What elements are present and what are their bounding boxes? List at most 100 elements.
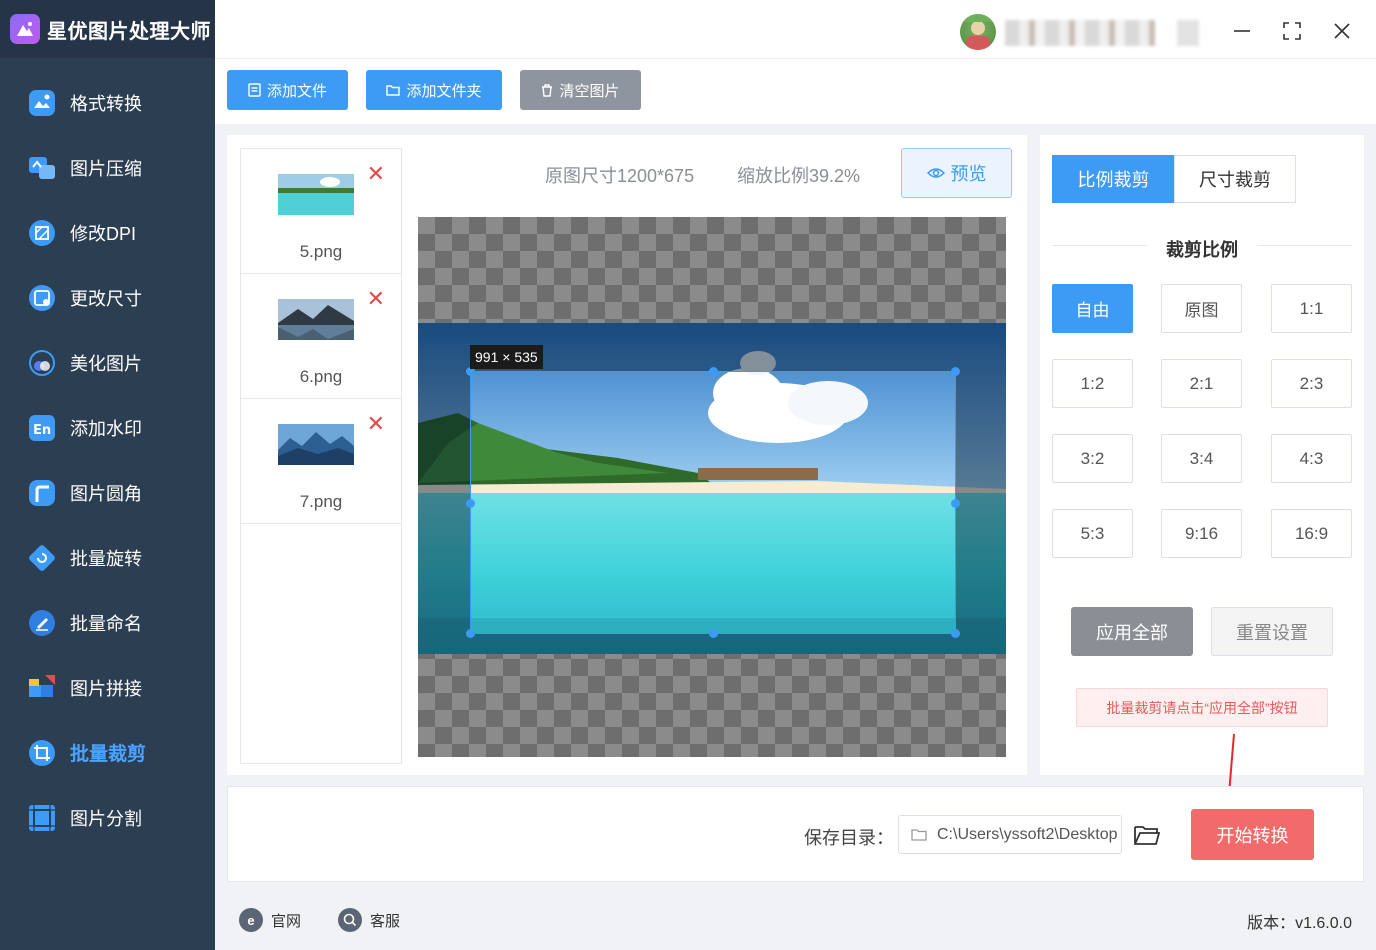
- save-dir-value: C:\Users\yssoft2\Desktop: [937, 825, 1118, 843]
- ratio-option[interactable]: 原图: [1161, 284, 1242, 333]
- website-link[interactable]: e 官网: [239, 908, 301, 932]
- clear-images-label: 清空图片: [559, 82, 620, 100]
- user-extra-blurred: [1177, 20, 1199, 46]
- folder-icon: [911, 829, 927, 841]
- crop-size-label: 991 × 535: [470, 345, 543, 369]
- ratio-option[interactable]: 5:3: [1052, 509, 1133, 558]
- sidebar-item-compress[interactable]: 图片压缩: [0, 135, 215, 200]
- ratio-option[interactable]: 3:2: [1052, 434, 1133, 483]
- apply-all-button[interactable]: 应用全部: [1071, 607, 1193, 656]
- compress-icon: [26, 152, 58, 184]
- ratio-option[interactable]: 4:3: [1271, 434, 1352, 483]
- preview-label: 预览: [950, 164, 987, 184]
- tab-size-crop[interactable]: 尺寸裁剪: [1174, 155, 1296, 203]
- app-brand: 星优图片处理大师: [0, 0, 215, 58]
- toolbar: 添加文件 添加文件夹 清空图片: [215, 58, 1376, 124]
- start-convert-button[interactable]: 开始转换: [1191, 809, 1314, 860]
- resize-handle-n[interactable]: [709, 367, 718, 376]
- ratio-option[interactable]: 自由: [1052, 284, 1133, 333]
- minimize-button[interactable]: [1225, 14, 1259, 48]
- file-thumbnail: [278, 299, 354, 340]
- maximize-button[interactable]: [1275, 14, 1309, 48]
- sidebar-item-round-corner[interactable]: 图片圆角: [0, 460, 215, 525]
- resize-handle-ne[interactable]: [951, 367, 960, 376]
- support-icon: [338, 908, 362, 932]
- maximize-icon: [1283, 22, 1301, 40]
- file-item[interactable]: ✕ 6.png: [241, 274, 401, 399]
- title-bar: [215, 0, 1376, 58]
- sidebar-item-resize[interactable]: 更改尺寸: [0, 265, 215, 330]
- split-icon: [26, 802, 58, 834]
- tab-ratio-crop[interactable]: 比例裁剪: [1052, 155, 1175, 203]
- crop-canvas[interactable]: 991 × 535: [418, 217, 1006, 757]
- crop-icon: [26, 737, 58, 769]
- sidebar-item-label: 批量命名: [70, 613, 142, 634]
- resize-handle-se[interactable]: [951, 629, 960, 638]
- sidebar-item-splice[interactable]: 图片拼接: [0, 655, 215, 720]
- file-item[interactable]: ✕ 5.png: [241, 149, 401, 274]
- resize-handle-sw[interactable]: [466, 629, 475, 638]
- sidebar-item-format-convert[interactable]: 格式转换: [0, 70, 215, 135]
- app-title: 星优图片处理大师: [47, 20, 211, 43]
- ratio-option[interactable]: 2:3: [1271, 359, 1352, 408]
- preview-button[interactable]: 预览: [901, 148, 1012, 198]
- close-button[interactable]: [1325, 14, 1359, 48]
- preview-panel: ✕ 5.png ✕ 6.png ✕ 7.png 原图尺寸1200*675 缩放比…: [227, 135, 1027, 775]
- close-icon: [1334, 23, 1350, 39]
- crop-box[interactable]: [466, 367, 960, 638]
- sidebar-item-label: 格式转换: [70, 93, 142, 114]
- sidebar-item-dpi[interactable]: 修改DPI: [0, 200, 215, 265]
- dpi-icon: [26, 217, 58, 249]
- ratio-option[interactable]: 1:2: [1052, 359, 1133, 408]
- browse-folder-icon[interactable]: [1133, 823, 1161, 847]
- save-dir-label: 保存目录：: [804, 828, 894, 848]
- save-dir-input[interactable]: C:\Users\yssoft2\Desktop: [898, 815, 1122, 854]
- file-item[interactable]: ✕ 7.png: [241, 399, 401, 524]
- sidebar-item-rename[interactable]: 批量命名: [0, 590, 215, 655]
- ratio-option[interactable]: 2:1: [1161, 359, 1242, 408]
- resize-handle-s[interactable]: [709, 629, 718, 638]
- remove-file-button[interactable]: ✕: [367, 288, 385, 310]
- add-folder-button[interactable]: 添加文件夹: [366, 70, 502, 110]
- ratio-option[interactable]: 3:4: [1161, 434, 1242, 483]
- website-icon: e: [239, 908, 263, 932]
- version-text: 版本：v1.6.0.0: [1247, 915, 1352, 932]
- support-link[interactable]: 客服: [338, 908, 400, 932]
- remove-file-button[interactable]: ✕: [367, 413, 385, 435]
- original-size-text: 原图尺寸1200*675: [545, 166, 695, 186]
- svg-text:En: En: [33, 423, 51, 438]
- output-bar: 保存目录： C:\Users\yssoft2\Desktop 开始转换: [227, 786, 1364, 882]
- resize-icon: [26, 282, 58, 314]
- resize-handle-w[interactable]: [466, 499, 475, 508]
- sidebar-item-label: 美化图片: [70, 353, 142, 374]
- user-avatar[interactable]: [960, 14, 996, 50]
- footer: e 官网 客服 版本：v1.6.0.0: [215, 890, 1376, 950]
- support-label: 客服: [370, 912, 401, 930]
- sidebar-item-watermark[interactable]: En 添加水印: [0, 395, 215, 460]
- folder-icon: [386, 85, 401, 96]
- sidebar-item-label: 图片圆角: [70, 483, 142, 504]
- ratio-option[interactable]: 16:9: [1271, 509, 1352, 558]
- remove-file-button[interactable]: ✕: [367, 163, 385, 185]
- trash-icon: [542, 83, 553, 97]
- ratio-option[interactable]: 9:16: [1161, 509, 1242, 558]
- watermark-icon: En: [26, 412, 58, 444]
- sidebar-item-crop[interactable]: 批量裁剪: [0, 720, 215, 785]
- sidebar-item-split[interactable]: 图片分割: [0, 785, 215, 850]
- eye-icon: [926, 168, 945, 178]
- sidebar-item-label: 批量裁剪: [70, 744, 147, 765]
- sidebar-item-label: 修改DPI: [70, 223, 137, 244]
- sidebar-item-beautify[interactable]: 美化图片: [0, 330, 215, 395]
- reset-button[interactable]: 重置设置: [1211, 607, 1333, 656]
- sidebar-item-rotate[interactable]: 批量旋转: [0, 525, 215, 590]
- sidebar-item-label: 图片分割: [70, 808, 142, 829]
- sidebar: 星优图片处理大师 格式转换图片压缩修改DPI 更改尺寸美化图片 En 添加水印图片圆角…: [0, 0, 215, 950]
- add-file-button[interactable]: 添加文件: [227, 70, 348, 110]
- beautify-icon: [26, 347, 58, 379]
- ratio-option[interactable]: 1:1: [1271, 284, 1352, 333]
- file-name: 6.png: [299, 367, 343, 386]
- resize-handle-e[interactable]: [951, 499, 960, 508]
- sidebar-item-label: 图片压缩: [70, 158, 142, 179]
- clear-images-button[interactable]: 清空图片: [520, 70, 641, 110]
- rotate-icon: [26, 542, 58, 574]
